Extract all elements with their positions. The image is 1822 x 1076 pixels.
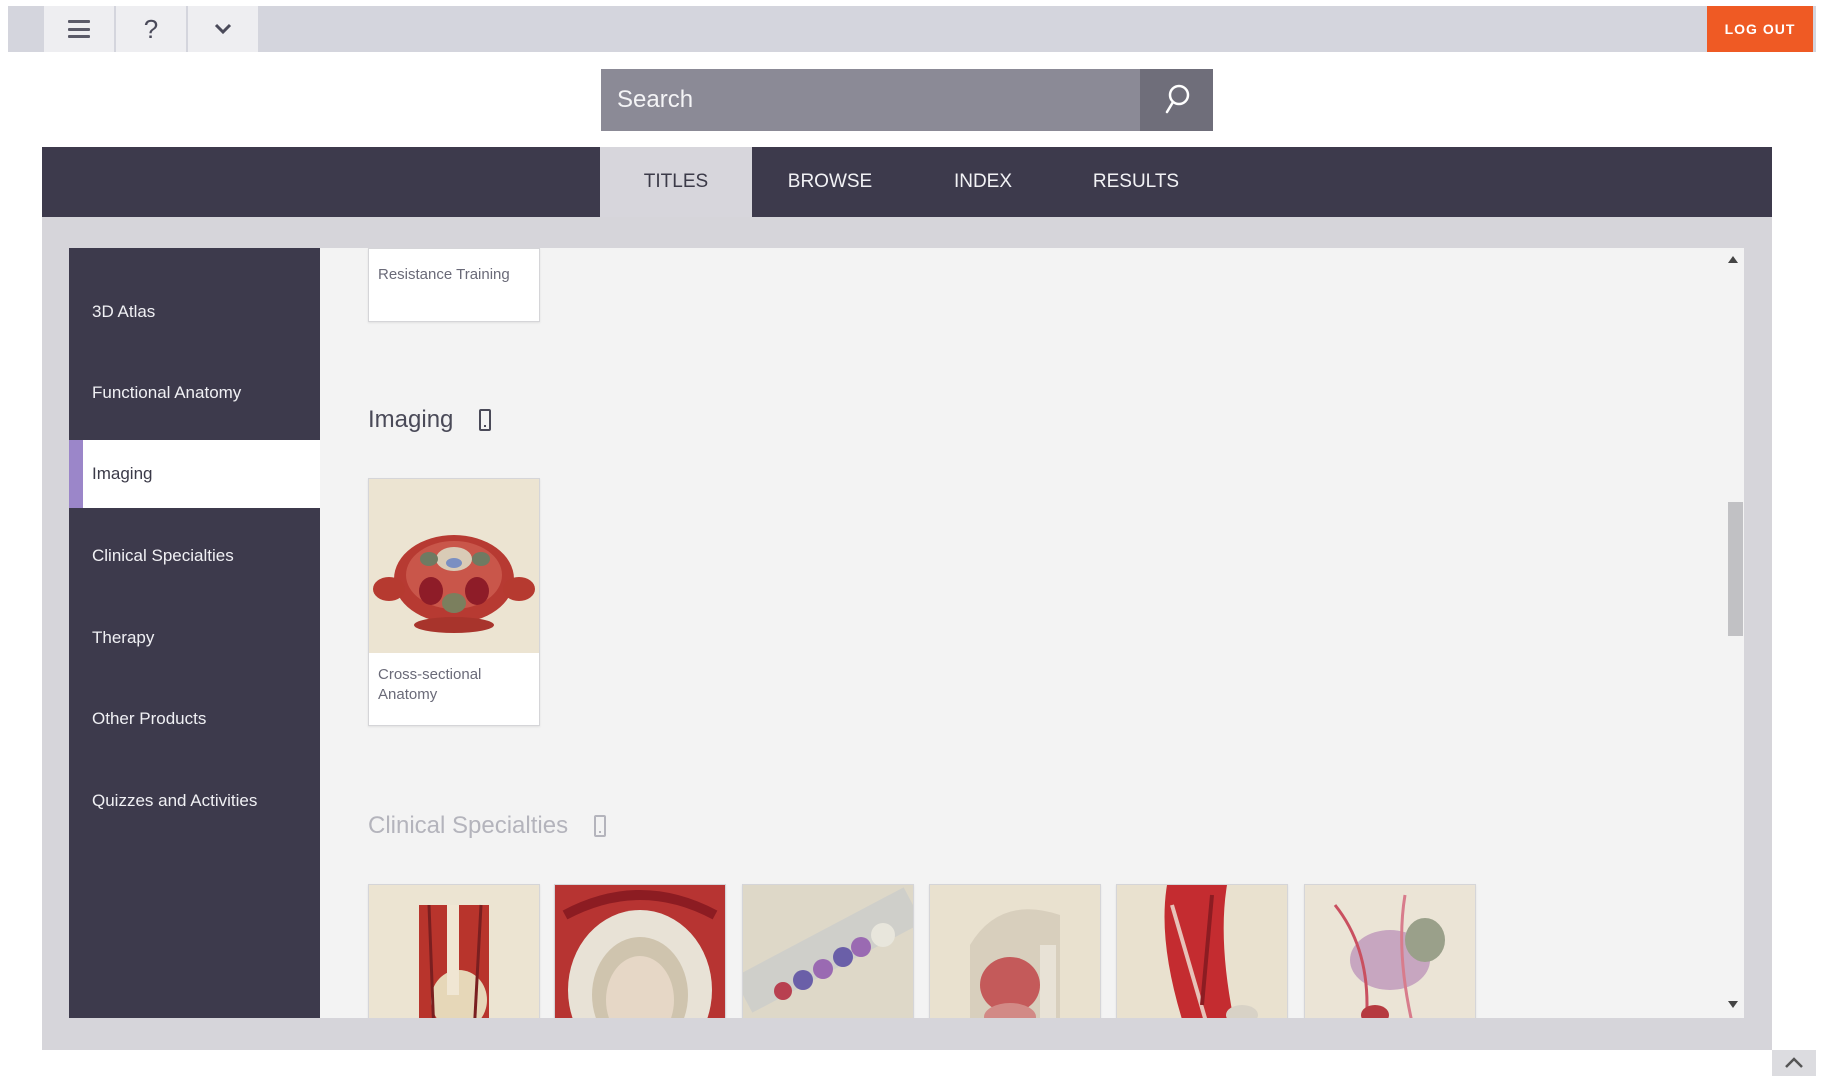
- category-sidebar: 3D Atlas Functional Anatomy Imaging Clin…: [69, 248, 320, 1018]
- section-title-text: Imaging: [368, 406, 454, 433]
- sidebar-item-quizzes-activities[interactable]: Quizzes and Activities: [69, 767, 320, 835]
- sidebar-item-label: Other Products: [92, 709, 207, 728]
- section-title-clinical-specialties: Clinical Specialties: [368, 812, 607, 840]
- dental-arch-thumbnail: [743, 885, 913, 1018]
- section-title-imaging: Imaging: [368, 406, 492, 434]
- search-icon: [1165, 84, 1189, 114]
- chevron-up-icon: [1785, 1057, 1803, 1068]
- scroll-to-top-button[interactable]: [1772, 1050, 1816, 1076]
- sidebar-item-clinical-specialties[interactable]: Clinical Specialties: [69, 522, 320, 590]
- section-title-text: Clinical Specialties: [368, 812, 569, 839]
- top-toolbar: ? LOG OUT: [8, 6, 1816, 52]
- card-label: Resistance Training: [378, 266, 510, 283]
- cross-section-anatomy-thumbnail: [369, 479, 539, 653]
- panel-scrollbar[interactable]: [1724, 248, 1744, 1018]
- neck-muscles-thumbnail: [1117, 885, 1287, 1018]
- sidebar-item-imaging[interactable]: Imaging: [69, 440, 320, 508]
- sidebar-item-other-products[interactable]: Other Products: [69, 685, 320, 753]
- chevron-down-icon: [214, 23, 232, 35]
- sidebar-item-label: Functional Anatomy: [92, 383, 242, 402]
- search-input[interactable]: [601, 69, 1141, 131]
- title-card-clinical-4[interactable]: [929, 884, 1101, 1018]
- scroll-down-arrow-icon[interactable]: [1728, 1001, 1738, 1008]
- sidebar-item-therapy[interactable]: Therapy: [69, 604, 320, 672]
- search-button[interactable]: [1140, 69, 1213, 131]
- sidebar-item-label: 3D Atlas: [92, 302, 156, 321]
- hamburger-icon: [68, 20, 90, 38]
- tab-titles[interactable]: TITLES: [600, 147, 752, 217]
- sidebar-item-label: Therapy: [92, 628, 155, 647]
- logout-button[interactable]: LOG OUT: [1707, 6, 1813, 52]
- main-nav: TITLES BROWSE INDEX RESULTS: [42, 147, 1772, 217]
- pelvic-anatomy-thumbnail: [1305, 885, 1475, 1018]
- mobile-device-icon: [594, 815, 607, 837]
- scroll-up-arrow-icon[interactable]: [1728, 256, 1738, 263]
- mobile-device-icon: [479, 409, 492, 431]
- menu-button[interactable]: [44, 6, 114, 52]
- title-card-clinical-5[interactable]: [1116, 884, 1288, 1018]
- question-mark-icon: ?: [143, 13, 159, 44]
- help-button[interactable]: ?: [116, 6, 186, 52]
- titles-panel: Resistance Training Imaging Cross-sectio…: [320, 248, 1744, 1018]
- dropdown-button[interactable]: [188, 6, 258, 52]
- title-card-clinical-6[interactable]: [1304, 884, 1476, 1018]
- title-card-cross-sectional-anatomy[interactable]: Cross-sectional Anatomy: [368, 478, 540, 726]
- sidebar-item-functional-anatomy[interactable]: Functional Anatomy: [69, 359, 320, 427]
- card-label: Cross-sectional Anatomy: [378, 665, 481, 705]
- head-neck-section-thumbnail: [930, 885, 1100, 1018]
- tab-index[interactable]: INDEX: [908, 147, 1058, 217]
- tab-results[interactable]: RESULTS: [1060, 147, 1212, 217]
- sidebar-item-3d-atlas[interactable]: 3D Atlas: [69, 278, 320, 346]
- title-card-resistance-training[interactable]: Resistance Training: [368, 248, 540, 322]
- scroll-thumb[interactable]: [1728, 502, 1743, 636]
- sidebar-item-label: Clinical Specialties: [92, 546, 234, 565]
- title-card-clinical-2[interactable]: [554, 884, 726, 1018]
- card-label-line: Cross-sectional: [378, 666, 482, 683]
- dental-palate-thumbnail: [555, 885, 725, 1018]
- app-window: ? LOG OUT TITLES BROWSE INDEX RESULTS 3D…: [0, 0, 1822, 1076]
- sidebar-item-label: Quizzes and Activities: [92, 791, 258, 810]
- search-bar: [601, 69, 1213, 131]
- shoulder-anatomy-thumbnail: [369, 885, 539, 1018]
- title-card-clinical-3[interactable]: [742, 884, 914, 1018]
- title-card-clinical-1[interactable]: [368, 884, 540, 1018]
- card-label-line: Anatomy: [378, 686, 438, 703]
- sidebar-item-label: Imaging: [92, 464, 153, 483]
- tab-browse[interactable]: BROWSE: [754, 147, 906, 217]
